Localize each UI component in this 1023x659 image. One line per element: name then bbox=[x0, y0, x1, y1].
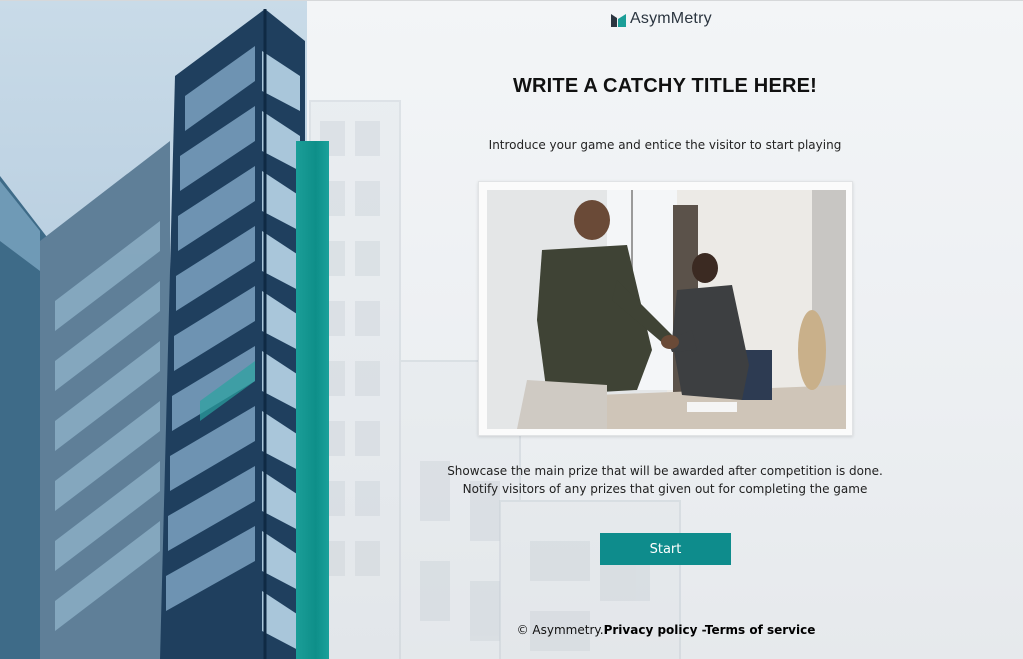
prize-line-2: Notify visitors of any prizes that given… bbox=[462, 482, 868, 496]
prize-line-1: Showcase the main prize that will be awa… bbox=[447, 464, 883, 478]
teal-accent-strip bbox=[296, 141, 329, 659]
terms-of-service-link[interactable]: Terms of service bbox=[705, 623, 816, 637]
landing-page: AsymMetry WRITE A CATCHY TITLE HERE! Int… bbox=[0, 0, 1023, 659]
intro-text: Introduce your game and entice the visit… bbox=[488, 138, 842, 152]
copyright-text: © Asymmetry. bbox=[516, 623, 604, 637]
prize-image-card bbox=[478, 181, 853, 436]
brand-logo[interactable]: AsymMetry bbox=[611, 9, 712, 29]
start-button[interactable]: Start bbox=[600, 533, 731, 565]
asymmetry-logo-icon bbox=[611, 13, 626, 27]
footer-separator: - bbox=[697, 623, 705, 637]
privacy-policy-link[interactable]: Privacy policy bbox=[604, 623, 698, 637]
building-photo bbox=[0, 1, 307, 659]
business-handshake-photo bbox=[487, 190, 846, 429]
prize-description: Showcase the main prize that will be awa… bbox=[330, 462, 1000, 498]
brand-name: AsymMetry bbox=[630, 10, 712, 27]
footer: © Asymmetry.Privacy policy -Terms of ser… bbox=[330, 623, 1002, 637]
page-title: WRITE A CATCHY TITLE HERE! bbox=[512, 75, 818, 97]
